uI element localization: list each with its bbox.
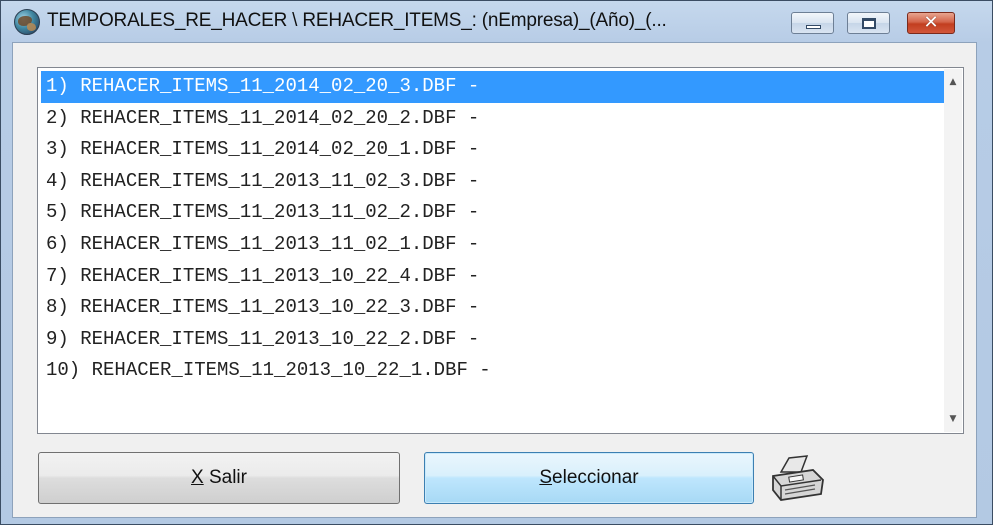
minimize-button[interactable]: [791, 12, 834, 34]
list-item[interactable]: 6) REHACER_ITEMS_11_2013_11_02_1.DBF -: [41, 229, 944, 261]
seleccionar-button[interactable]: Seleccionar: [424, 452, 754, 504]
list-item[interactable]: 9) REHACER_ITEMS_11_2013_10_22_2.DBF -: [41, 324, 944, 356]
salir-label: Salir: [203, 467, 247, 488]
close-icon: ✕: [923, 12, 939, 33]
title-bar[interactable]: TEMPORALES_RE_HACER \ REHACER_ITEMS_: (n…: [1, 1, 992, 43]
file-listbox[interactable]: 1) REHACER_ITEMS_11_2014_02_20_3.DBF -2)…: [37, 67, 964, 434]
minimize-icon: [806, 25, 821, 29]
printer-icon-graphic: [772, 455, 824, 501]
scroll-up-arrow-icon[interactable]: ▲: [944, 73, 962, 91]
file-list-rows: 1) REHACER_ITEMS_11_2014_02_20_3.DBF -2)…: [41, 71, 944, 387]
seleccionar-label: eleccionar: [552, 467, 639, 488]
globe-app-icon: [14, 9, 40, 35]
list-item[interactable]: 8) REHACER_ITEMS_11_2013_10_22_3.DBF -: [41, 292, 944, 324]
salir-mnemonic: X: [191, 467, 204, 488]
list-item[interactable]: 1) REHACER_ITEMS_11_2014_02_20_3.DBF -: [41, 71, 944, 103]
list-item[interactable]: 3) REHACER_ITEMS_11_2014_02_20_1.DBF -: [41, 134, 944, 166]
salir-button[interactable]: X Salir: [38, 452, 400, 504]
printer-icon[interactable]: [767, 450, 827, 504]
list-item[interactable]: 10) REHACER_ITEMS_11_2013_10_22_1.DBF -: [41, 355, 944, 387]
list-item[interactable]: 2) REHACER_ITEMS_11_2014_02_20_2.DBF -: [41, 103, 944, 135]
maximize-icon: [862, 18, 876, 29]
maximize-button[interactable]: [847, 12, 890, 34]
list-item[interactable]: 7) REHACER_ITEMS_11_2013_10_22_4.DBF -: [41, 261, 944, 293]
seleccionar-mnemonic: S: [539, 467, 553, 488]
close-button[interactable]: ✕: [907, 12, 955, 34]
list-item[interactable]: 4) REHACER_ITEMS_11_2013_11_02_3.DBF -: [41, 166, 944, 198]
list-item[interactable]: 5) REHACER_ITEMS_11_2013_11_02_2.DBF -: [41, 197, 944, 229]
vertical-scrollbar[interactable]: ▲ ▼: [944, 69, 962, 432]
window-title: TEMPORALES_RE_HACER \ REHACER_ITEMS_: (n…: [47, 10, 667, 31]
scroll-down-arrow-icon[interactable]: ▼: [944, 410, 962, 428]
